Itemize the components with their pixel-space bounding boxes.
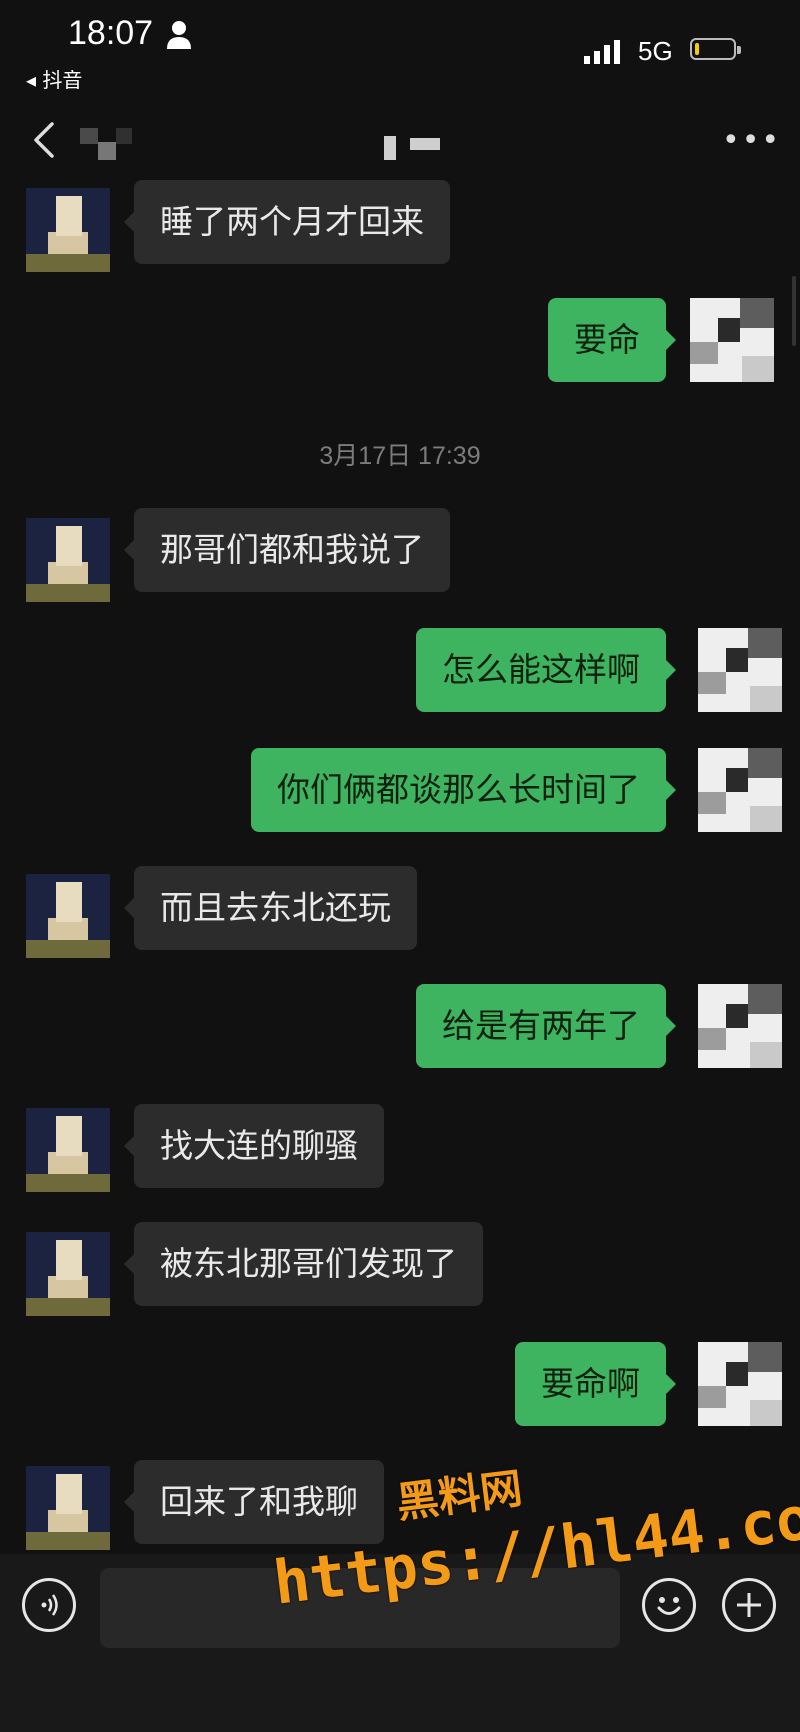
contact-avatar[interactable] [26,518,110,602]
user-icon [167,21,191,49]
chevron-left-icon[interactable] [30,120,60,160]
battery-tip [737,46,741,54]
message-timestamp: 3月17日 17:39 [319,442,481,470]
my-avatar[interactable] [698,628,782,712]
my-avatar[interactable] [690,298,774,382]
contact-avatar[interactable] [26,874,110,958]
contact-avatar[interactable] [26,1466,110,1550]
outgoing-message[interactable]: 要命 [548,298,676,382]
contact-avatar[interactable] [26,1232,110,1316]
incoming-message[interactable]: 睡了两个月才回来 [124,180,450,264]
back-to-app-link[interactable]: ◂ 抖音 [26,64,82,93]
incoming-message[interactable]: 回来了和我聊 [124,1460,384,1544]
battery-icon [690,38,741,60]
chat-header: ••• [0,100,800,180]
emoji-icon[interactable] [642,1578,696,1632]
voice-icon[interactable] [22,1578,76,1632]
watermark-title: 黑料网 [393,1463,525,1528]
my-avatar[interactable] [698,748,782,832]
scrollbar[interactable] [792,276,796,346]
battery-level [695,43,699,55]
network-type: 5G [638,36,673,66]
incoming-message[interactable]: 那哥们都和我说了 [124,508,450,592]
my-avatar[interactable] [698,984,782,1068]
plus-icon[interactable] [722,1578,776,1632]
outgoing-message[interactable]: 怎么能这样啊 [416,628,676,712]
contact-avatar[interactable] [26,1108,110,1192]
outgoing-message[interactable]: 你们俩都谈那么长时间了 [251,748,676,832]
status-bar: 18:07 ◂ 抖音 5G [0,0,800,100]
outgoing-message[interactable]: 给是有两年了 [416,984,676,1068]
more-dots-icon[interactable]: ••• [722,126,781,156]
signal-icon [584,40,620,64]
incoming-message[interactable]: 而且去东北还玩 [124,866,417,950]
my-avatar[interactable] [698,1342,782,1426]
contact-avatar[interactable] [26,188,110,272]
incoming-message[interactable]: 找大连的聊骚 [124,1104,384,1188]
contact-name-blurred [80,128,136,162]
status-time: 18:07 [68,14,154,52]
chat-title-blurred [384,136,440,160]
incoming-message[interactable]: 被东北那哥们发现了 [124,1222,483,1306]
outgoing-message[interactable]: 要命啊 [515,1342,676,1426]
